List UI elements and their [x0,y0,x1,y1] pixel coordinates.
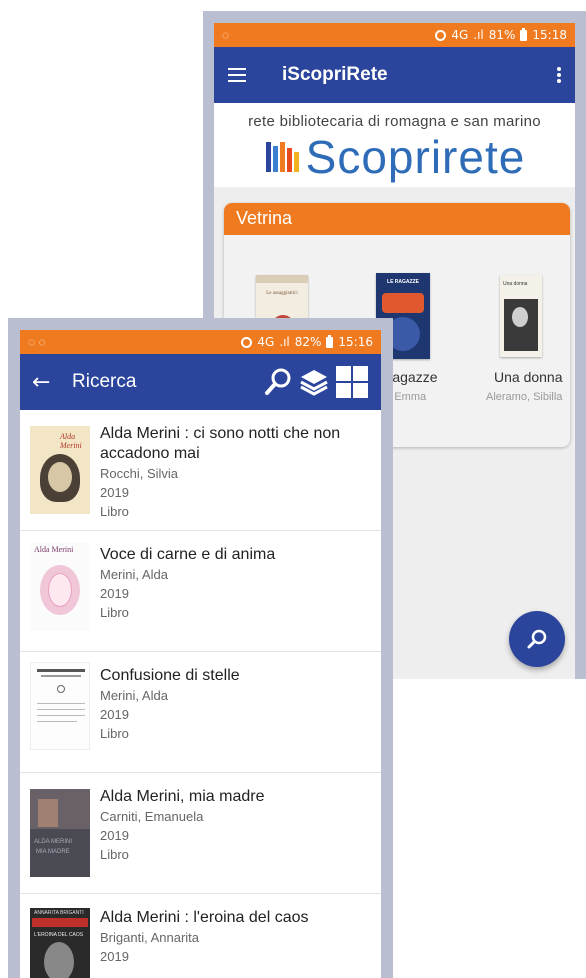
result-title: Alda Merini : l'eroina del caos [100,909,309,926]
result-title: Alda Merini : ci sono notti che non acca… [100,425,341,462]
search-icon[interactable] [263,367,293,397]
list-item[interactable]: Confusione di stelle Merini, Alda 2019 L… [20,652,381,773]
result-author: Rocchi, Silvia [100,466,179,481]
list-item[interactable]: ANNARITA BRIGANTI L'EROINA DEL CAOS Alda… [20,894,381,978]
result-year: 2019 [100,828,129,843]
notification-icon: ◌ ◌ [28,335,46,349]
book-thumbnail: ANNARITA BRIGANTI L'EROINA DEL CAOS [30,908,90,978]
clock: 15:18 [532,28,567,42]
back-arrow-icon[interactable]: ← [32,370,72,395]
scoprirete-logo: Scoprirete [214,134,575,180]
kebab-menu-icon[interactable] [557,67,561,83]
screenshot-stage: ◌ 4G .ıl 81% 15:18 iScopriRete rete bibl… [0,0,586,978]
battery-percent: 82% [294,335,322,349]
result-author: Merini, Alda [100,688,168,703]
cover-text: LE RAGAZZE [387,279,419,285]
layers-icon[interactable] [299,367,329,397]
book-author: Aleramo, Sibilla [486,391,563,403]
app-bar: iScopriRete [214,47,575,103]
list-item[interactable]: Alda Merini Voce di carne e di anima Mer… [20,531,381,652]
result-type: Libro [100,726,129,741]
book-title: Una donna [494,369,563,385]
notification-icon: ◌ [222,28,230,42]
result-title: Confusione di stelle [100,667,240,684]
search-icon [527,629,547,649]
logo-text: Scoprirete [305,131,526,183]
result-author: Briganti, Annarita [100,930,200,945]
network-indicator: 4G [257,335,275,349]
status-bar: ◌ 4G .ıl 81% 15:18 [214,23,575,47]
hamburger-icon[interactable] [228,68,246,82]
result-title: Alda Merini, mia madre [100,788,265,805]
hero-tagline: rete bibliotecaria di romagna e san mari… [248,113,541,130]
alarm-icon [241,336,253,348]
book-thumbnail: ALDA MERINI MIA MADRE [30,789,90,877]
cover-text: Una donna [503,281,528,287]
result-author: Merini, Alda [100,567,168,582]
battery-percent: 81% [488,28,516,42]
result-year: 2019 [100,707,129,722]
page-title: Ricerca [72,371,137,392]
app-title: iScopriRete [282,64,388,85]
cover-text: Le assaggiatrici [266,291,298,296]
signal-icon: .ıl [279,335,290,349]
list-item[interactable]: ALDA MERINI MIA MADRE Alda Merini, mia m… [20,773,381,894]
result-type: Libro [100,605,129,620]
results-list: Alda Merini Alda Merini : ci sono notti … [20,410,381,978]
logo-mark-icon [265,142,299,172]
result-year: 2019 [100,586,129,601]
alarm-icon [435,29,447,41]
front-phone-frame: ◌ ◌ 4G .ıl 82% 15:16 ← Ricerca Alda Meri… [8,318,393,978]
result-type: Libro [100,504,129,519]
book-thumbnail [30,662,90,750]
book-thumbnail: Alda Merini [30,426,90,514]
result-year: 2019 [100,949,129,964]
book-cover[interactable]: Una donna [500,275,542,357]
hero-banner: rete bibliotecaria di romagna e san mari… [214,103,575,187]
search-results-screen: ◌ ◌ 4G .ıl 82% 15:16 ← Ricerca Alda Meri… [20,330,381,978]
result-year: 2019 [100,485,129,500]
clock: 15:16 [338,335,373,349]
result-type: Libro [100,847,129,862]
vetrina-title: Vetrina [224,203,570,235]
signal-icon: .ıl [473,28,484,42]
search-fab[interactable] [509,611,565,667]
grid-view-icon[interactable] [335,365,369,399]
list-item[interactable]: Alda Merini Alda Merini : ci sono notti … [20,410,381,531]
network-indicator: 4G [451,28,469,42]
battery-icon [326,334,334,348]
result-author: Carniti, Emanuela [100,809,204,824]
book-thumbnail: Alda Merini [30,543,90,631]
battery-icon [520,27,528,41]
result-title: Voce di carne e di anima [100,546,276,563]
app-bar: ← Ricerca [20,354,381,410]
status-bar: ◌ ◌ 4G .ıl 82% 15:16 [20,330,381,354]
